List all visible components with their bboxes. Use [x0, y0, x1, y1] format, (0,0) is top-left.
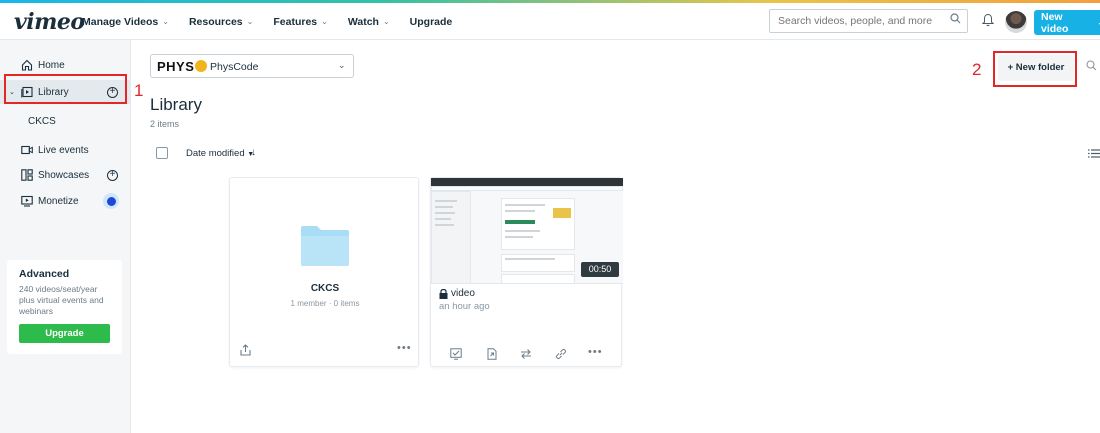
nav-manage-videos[interactable]: Manage Videos ⌄: [82, 16, 169, 28]
workspace-select[interactable]: PHYS PhysCode ⌄: [150, 54, 354, 78]
sidebar-item-showcases[interactable]: Showcases +: [0, 163, 131, 187]
sort-direction-toggle[interactable]: ↓: [251, 147, 256, 158]
sort-dropdown[interactable]: Date modified ▼: [186, 148, 254, 159]
vimeo-logo[interactable]: vimeo: [14, 9, 85, 35]
sidebar-item-monetize[interactable]: Monetize: [0, 189, 131, 213]
chevron-down-icon: ⌄: [382, 17, 390, 26]
video-card[interactable]: 00:50 video an hour ago •••: [430, 177, 623, 367]
upgrade-button[interactable]: Upgrade: [19, 324, 110, 343]
advanced-description: 240 videos/seat/year plus virtual events…: [19, 284, 104, 316]
notification-bell-icon[interactable]: [982, 13, 994, 27]
video-upload-time: an hour ago: [439, 301, 490, 312]
lock-icon: [439, 288, 448, 299]
brand-mark-icon: [195, 60, 208, 72]
chevron-down-icon: ⌄: [338, 60, 346, 70]
folder-icon: [301, 226, 349, 266]
sidebar-item-live-events[interactable]: Live events: [0, 138, 131, 162]
video-thumbnail[interactable]: 00:50: [431, 178, 623, 284]
chevron-down-icon: ⌄: [162, 17, 169, 26]
advanced-upsell-card: Advanced 240 videos/seat/year plus virtu…: [7, 260, 122, 354]
showcases-icon: [21, 169, 33, 181]
annotation-label-1: 1: [134, 81, 144, 100]
new-video-button[interactable]: New video⌄: [1034, 10, 1100, 35]
nav-watch[interactable]: Watch ⌄: [348, 16, 390, 28]
video-actions: •••: [448, 346, 618, 360]
home-icon: [21, 59, 33, 71]
monetize-icon: [21, 195, 33, 207]
page-title: Library: [150, 95, 202, 114]
nav-features[interactable]: Features ⌄: [273, 16, 327, 28]
chevron-down-icon: ⌄: [246, 17, 254, 26]
advanced-title: Advanced: [19, 268, 70, 280]
video-title[interactable]: video: [439, 288, 475, 299]
avatar[interactable]: [1005, 11, 1027, 33]
video-duration: 00:50: [581, 262, 619, 277]
folder-title[interactable]: CKCS: [230, 283, 420, 294]
transfer-icon[interactable]: [520, 348, 532, 360]
review-icon[interactable]: [450, 348, 462, 360]
folder-card[interactable]: CKCS 1 member · 0 items •••: [229, 177, 419, 367]
item-count: 2 items: [150, 119, 180, 129]
share-icon[interactable]: [240, 344, 251, 356]
main-nav: Manage Videos ⌄ Resources ⌄ Features ⌄ Watc…: [82, 3, 472, 40]
document-share-icon[interactable]: [486, 348, 498, 360]
link-icon[interactable]: [555, 348, 567, 360]
search-icon[interactable]: [1086, 60, 1097, 71]
annotation-label-2: 2: [972, 60, 982, 79]
sidebar-item-ckcs[interactable]: CKCS: [0, 109, 131, 133]
list-view-icon[interactable]: [1088, 149, 1100, 158]
annotation-box-2: [993, 51, 1077, 87]
more-options-icon[interactable]: •••: [397, 342, 412, 354]
chevron-down-icon: ⌄: [321, 17, 328, 26]
nav-resources[interactable]: Resources ⌄: [189, 16, 253, 28]
annotation-box-1: [4, 74, 127, 104]
search-icon[interactable]: [950, 13, 961, 24]
top-navigation-bar: vimeo Manage Videos ⌄ Resources ⌄ Features…: [0, 3, 1100, 40]
workspace-name: PhysCode: [210, 61, 259, 73]
select-all-checkbox[interactable]: [156, 147, 168, 159]
add-showcase-plus-icon[interactable]: +: [107, 169, 118, 181]
monetize-status-dot[interactable]: [103, 193, 119, 209]
nav-upgrade[interactable]: Upgrade: [410, 16, 453, 28]
workspace-brand-logo: PHYS: [157, 59, 208, 74]
search-input[interactable]: [769, 9, 968, 33]
live-events-icon: [21, 145, 33, 155]
more-options-icon[interactable]: •••: [588, 346, 603, 358]
folder-meta: 1 member · 0 items: [290, 299, 360, 308]
